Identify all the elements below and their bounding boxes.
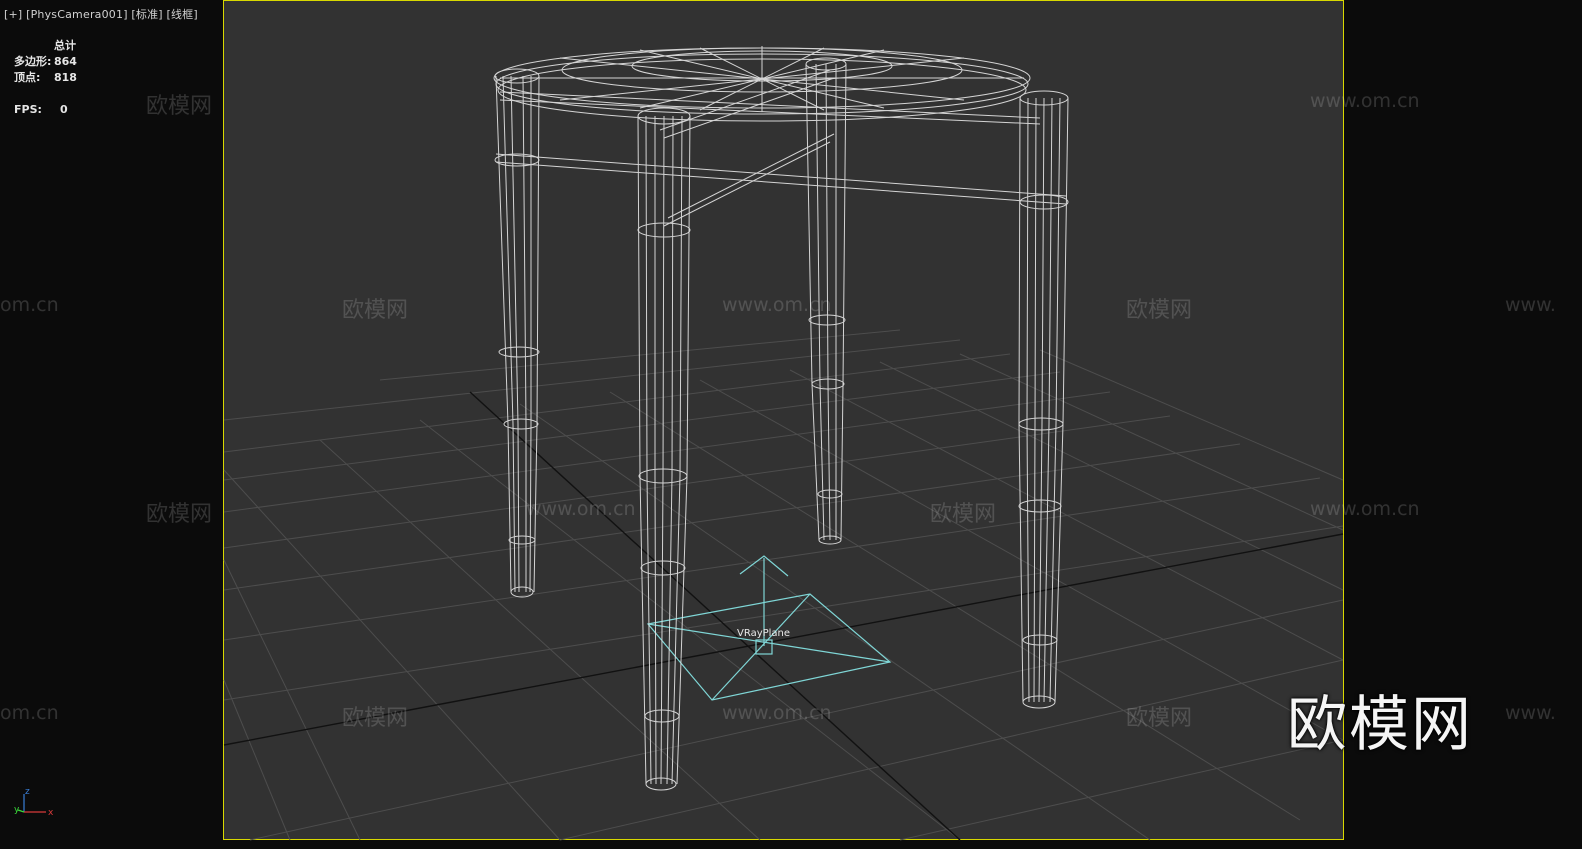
watermark-url-partial-right: www. (1505, 294, 1556, 316)
viewport-label-menu[interactable]: [+] [PhysCamera001] [标准] [线框] (4, 6, 198, 22)
watermark-url-partial-left: om.cn (0, 702, 59, 724)
axis-y-label: y (14, 805, 20, 815)
stats-fps-value: 0 (60, 103, 68, 116)
watermark-brand: 欧模网 (146, 502, 213, 527)
watermark-url: www.om.cn (1310, 498, 1420, 520)
leg-front-right (1018, 90, 1069, 709)
watermark-brand: 欧模网 (1126, 706, 1193, 731)
stats-vertices-label: 顶点: (14, 71, 41, 84)
watermark-url-partial-right: www. (1505, 702, 1556, 724)
axis-z-label: z (25, 787, 30, 797)
watermark-url-partial-left: om.cn (0, 294, 59, 316)
stats-total-label: 总计 (54, 39, 76, 52)
watermark-brand: 欧模网 (930, 502, 997, 527)
watermark-brand: 欧模网 (146, 94, 213, 119)
axis-x-label: x (48, 808, 54, 818)
brand-logo: 欧模网 (1287, 690, 1473, 760)
watermark-url: www.om.cn (1310, 90, 1420, 112)
watermark-brand: 欧模网 (342, 706, 409, 731)
axis-gizmo-icon: z x y (14, 787, 54, 818)
viewport-statistics: 总计 多边形: 864 顶点: 818 FPS: 0 (14, 38, 77, 118)
ground-grid (223, 329, 1344, 841)
stats-polygons-label: 多边形: (14, 55, 52, 68)
watermark-brand: 欧模网 (342, 298, 409, 323)
watermark-brand: 欧模网 (1126, 298, 1193, 323)
ground-axis-lines (223, 391, 1344, 841)
watermark-url: www.om.cn (722, 702, 832, 724)
stats-fps-label: FPS: (14, 103, 42, 116)
stats-fps-row: FPS: 0 (14, 102, 77, 118)
stats-vertices-row: 顶点: 818 (14, 70, 77, 86)
stats-polygons-row: 多边形: 864 (14, 54, 77, 70)
stats-polygons-value: 864 (54, 55, 77, 68)
watermark-url: www.om.cn (526, 498, 636, 520)
stats-vertices-value: 818 (54, 71, 77, 84)
vrayplane-label: VRayPlane (737, 628, 791, 639)
watermark-url: www.om.cn (722, 294, 832, 316)
